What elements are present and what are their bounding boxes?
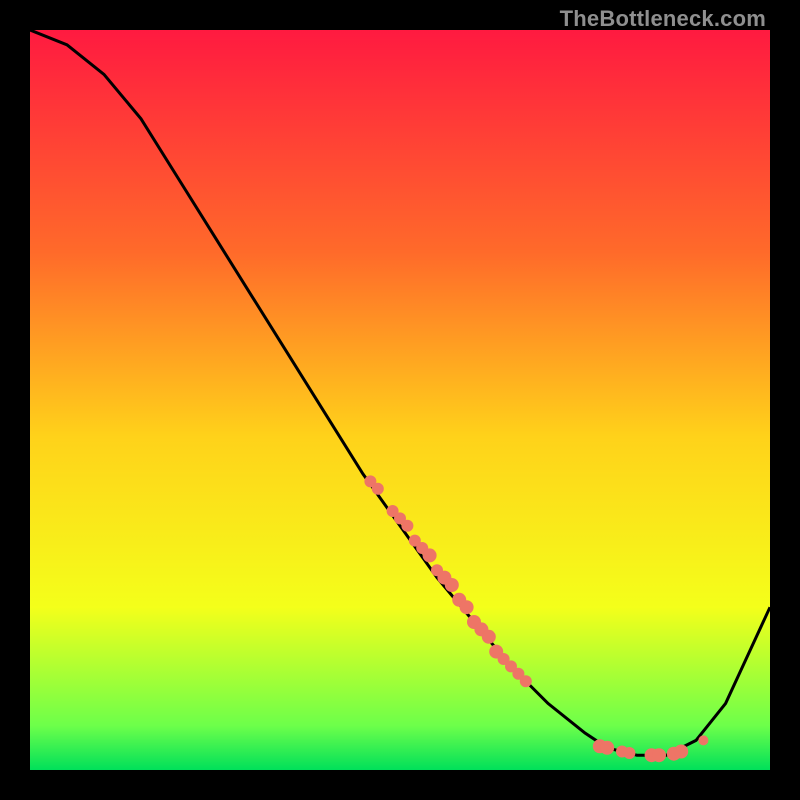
highlight-dot [423,548,437,562]
bottleneck-chart [30,30,770,770]
highlight-dot [482,630,496,644]
gradient-background [30,30,770,770]
watermark-text: TheBottleneck.com [560,6,766,32]
highlight-dot [623,747,635,759]
highlight-dot [698,735,708,745]
highlight-dot [372,483,384,495]
highlight-dot [445,578,459,592]
highlight-dot [674,745,688,759]
highlight-dot [520,675,532,687]
highlight-dot [600,741,614,755]
chart-frame [30,30,770,770]
highlight-dot [401,520,413,532]
highlight-dot [460,600,474,614]
highlight-dot [652,748,666,762]
